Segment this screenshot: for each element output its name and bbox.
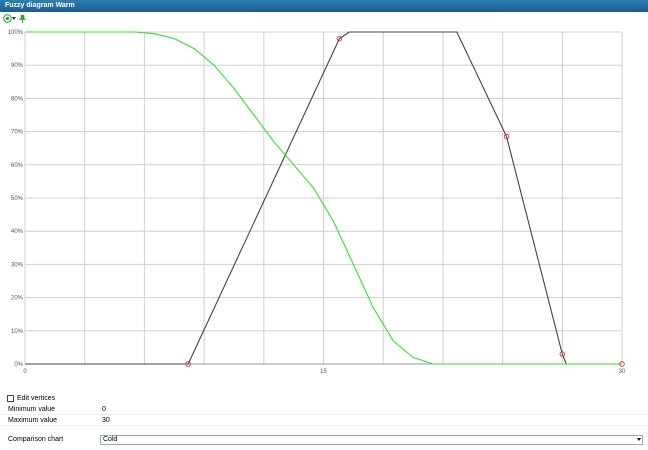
edit-vertices-checkbox[interactable] (7, 395, 14, 402)
x-tick-label: 0 (23, 369, 27, 375)
gear-icon[interactable] (3, 14, 12, 23)
y-axis-labels: 0% 10% 20% 30% 40% 50% 60% 70% 80% 90% 100% (8, 30, 24, 368)
minimum-value-label: Minimum value (8, 406, 56, 413)
toolbar (0, 12, 648, 26)
y-tick-label: 20% (11, 296, 24, 302)
y-tick-label: 70% (11, 130, 24, 136)
y-tick-label: 40% (11, 229, 24, 235)
y-tick-label: 100% (8, 30, 24, 36)
x-tick-label: 15 (320, 369, 327, 375)
y-tick-label: 90% (11, 63, 24, 69)
edit-vertices-row[interactable]: Edit vertices (7, 394, 55, 403)
maximum-value-field[interactable]: 30 (102, 416, 110, 426)
maximum-value-label: Maximum value (8, 417, 58, 424)
pin-icon[interactable] (18, 14, 27, 24)
x-axis-labels: 0 15 30 (23, 369, 626, 375)
comparison-chart-select[interactable]: Cold (100, 435, 643, 445)
y-tick-label: 10% (11, 329, 24, 335)
comparison-chart-value: Cold (103, 436, 118, 443)
chevron-down-icon[interactable] (12, 17, 16, 20)
window-title: Fuzzy diagram Warm (0, 0, 648, 12)
minimum-value-row[interactable]: Minimum value 0 (0, 405, 648, 415)
membership-chart[interactable]: 0% 10% 20% 30% 40% 50% 60% 70% 80% 90% 100% 0 15 30 (0, 26, 648, 376)
x-tick-label: 30 (619, 369, 626, 375)
y-tick-label: 0% (14, 362, 23, 368)
y-tick-label: 30% (11, 262, 24, 268)
series-vertices (185, 35, 625, 367)
maximum-value-row[interactable]: Maximum value 30 (0, 416, 648, 426)
y-tick-label: 80% (11, 96, 24, 102)
y-tick-label: 60% (11, 163, 24, 169)
y-tick-label: 50% (11, 196, 24, 202)
comparison-chart-label: Comparison chart (8, 436, 64, 443)
chevron-down-icon[interactable] (637, 438, 641, 441)
comparison-chart-row: Comparison chart Cold (0, 435, 648, 445)
edit-vertices-label: Edit vertices (17, 395, 56, 402)
minimum-value-field[interactable]: 0 (102, 405, 106, 415)
